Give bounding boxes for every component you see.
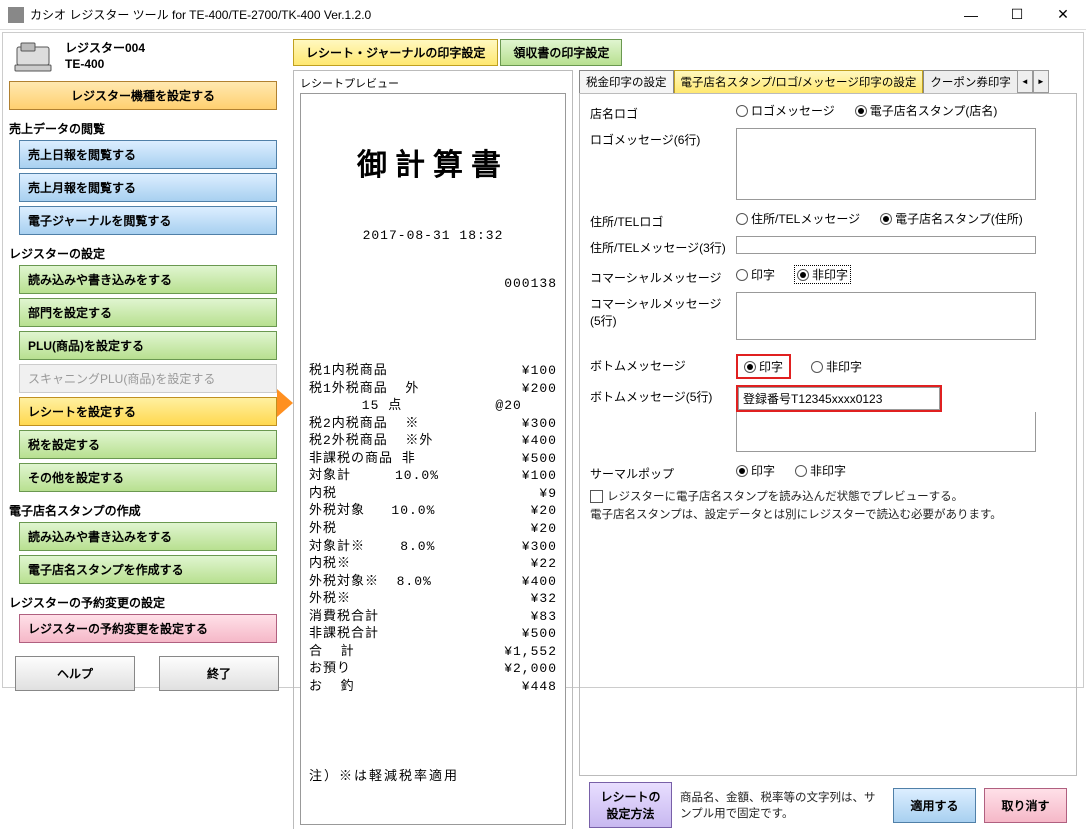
- radio-logo-message[interactable]: ロゴメッセージ: [736, 102, 835, 119]
- settings-other-button[interactable]: その他を設定する: [19, 463, 277, 492]
- label-bottom-msg-lines: ボトムメッセージ(5行): [590, 385, 730, 405]
- receipt-line: お預り¥2,000: [309, 660, 557, 678]
- receipt-datetime: 2017-08-31 18:32: [309, 227, 557, 245]
- view-ejournal-button[interactable]: 電子ジャーナルを閲覧する: [19, 206, 277, 235]
- view-daily-button[interactable]: 売上日報を閲覧する: [19, 140, 277, 169]
- subtab-stamp-logo-msg[interactable]: 電子店名スタンプ/ロゴ/メッセージ印字の設定: [674, 70, 924, 93]
- stamp-rw-button[interactable]: 読み込みや書き込みをする: [19, 522, 277, 551]
- tab-receipt-journal[interactable]: レシート・ジャーナルの印字設定: [293, 39, 498, 66]
- exit-button[interactable]: 終了: [159, 656, 279, 691]
- receipt-preview-pane: レシートプレビュー 御計算書 2017-08-31 18:32 000138 税…: [293, 70, 573, 829]
- label-addr-logo: 住所/TELロゴ: [590, 210, 730, 230]
- label-logo-message: ロゴメッセージ(6行): [590, 128, 730, 148]
- titlebar: カシオ レジスター ツール for TE-400/TE-2700/TK-400 …: [0, 0, 1086, 30]
- receipt-line: 税2内税商品 ※¥300: [309, 415, 557, 433]
- receipt-line: 対象計※ 8.0%¥300: [309, 538, 557, 556]
- footer-note: 商品名、金額、税率等の文字列は、サンプル用で固定です。: [680, 789, 877, 821]
- minimize-button[interactable]: ―: [948, 0, 994, 30]
- radio-thermal-print[interactable]: 印字: [736, 462, 775, 479]
- subtab-scroll-left[interactable]: ◄: [1017, 70, 1033, 93]
- settings-plu-button[interactable]: PLU(商品)を設定する: [19, 331, 277, 360]
- label-commercial-msg: コマーシャルメッセージ(5行): [590, 292, 730, 329]
- window-title: カシオ レジスター ツール for TE-400/TE-2700/TK-400 …: [30, 6, 948, 23]
- maximize-button[interactable]: ☐: [994, 0, 1040, 30]
- label-thermal: サーマルポップ: [590, 462, 730, 482]
- subtab-scroll-right[interactable]: ►: [1033, 70, 1049, 93]
- section-stamp-label: 電子店名スタンプの作成: [9, 502, 287, 519]
- receipt-line: 税2外税商品 ※外¥400: [309, 432, 557, 450]
- input-addr-message[interactable]: [736, 236, 1036, 254]
- register-model: TE-400: [65, 57, 145, 73]
- apply-button[interactable]: 適用する: [893, 788, 976, 823]
- app-icon: [8, 7, 24, 23]
- receipt-number: 000138: [504, 275, 557, 293]
- input-bottom-message-rest[interactable]: [736, 412, 1036, 452]
- stamp-create-button[interactable]: 電子店名スタンプを作成する: [19, 555, 277, 584]
- sidebar: レジスター004 TE-400 レジスター機種を設定する 売上データの閲覧 売上…: [9, 39, 287, 652]
- settings-scanplu-button: スキャニングPLU(商品)を設定する: [19, 364, 277, 393]
- label-addr-message: 住所/TELメッセージ(3行): [590, 236, 730, 256]
- receipt-line: 対象計 10.0%¥100: [309, 467, 557, 485]
- receipt-line: 内税※¥22: [309, 555, 557, 573]
- receipt-howto-button[interactable]: レシートの設定方法: [589, 782, 672, 828]
- input-bottom-message[interactable]: 登録番号T12345xxxx0123: [738, 387, 940, 410]
- content-area: レシート・ジャーナルの印字設定 領収書の印字設定 レシートプレビュー 御計算書 …: [293, 39, 1077, 652]
- label-bottom-msg: ボトムメッセージ: [590, 354, 730, 374]
- arrow-indicator-icon: [277, 389, 293, 417]
- input-commercial-message[interactable]: [736, 292, 1036, 340]
- checkbox-preview-with-stamp[interactable]: [590, 490, 603, 503]
- receipt-line: 非課税合計¥500: [309, 625, 557, 643]
- radio-thermal-noprint[interactable]: 非印字: [795, 462, 846, 479]
- view-monthly-button[interactable]: 売上月報を閲覧する: [19, 173, 277, 202]
- label-commercial: コマーシャルメッセージ: [590, 266, 730, 286]
- radio-bottom-noprint[interactable]: 非印字: [811, 358, 862, 375]
- receipt-line: 非課税の商品 非¥500: [309, 450, 557, 468]
- preview-label: レシートプレビュー: [300, 75, 566, 91]
- radio-stamp-addr[interactable]: 電子店名スタンプ(住所): [880, 210, 1023, 227]
- section-reserve-label: レジスターの予約変更の設定: [9, 594, 287, 611]
- help-button[interactable]: ヘルプ: [15, 656, 135, 691]
- receipt-line: 内税¥9: [309, 485, 557, 503]
- receipt-line: 外税¥20: [309, 520, 557, 538]
- tab-ryoshu[interactable]: 領収書の印字設定: [500, 39, 622, 66]
- label-shop-logo: 店名ロゴ: [590, 102, 730, 122]
- receipt-preview: 御計算書 2017-08-31 18:32 000138 税1内税商品¥100税…: [300, 93, 566, 825]
- register-name: レジスター004: [65, 41, 145, 57]
- section-sales-label: 売上データの閲覧: [9, 120, 287, 137]
- label-preview-check: レジスターに電子店名スタンプを読み込んだ状態でプレビューする。: [607, 488, 963, 504]
- section-settings-label: レジスターの設定: [9, 245, 287, 262]
- settings-rw-button[interactable]: 読み込みや書き込みをする: [19, 265, 277, 294]
- radio-commercial-print[interactable]: 印字: [736, 266, 775, 283]
- settings-body: 店名ロゴ ロゴメッセージ 電子店名スタンプ(店名) ロゴメッセージ(6行) 住所…: [579, 93, 1077, 776]
- set-register-model-button[interactable]: レジスター機種を設定する: [9, 81, 277, 110]
- receipt-line: 合 計¥1,552: [309, 643, 557, 661]
- receipt-line: 税1内税商品¥100: [309, 362, 557, 380]
- radio-addr-message[interactable]: 住所/TELメッセージ: [736, 210, 860, 227]
- settings-dept-button[interactable]: 部門を設定する: [19, 298, 277, 327]
- receipt-line: 外税対象 10.0%¥20: [309, 502, 557, 520]
- reserve-set-button[interactable]: レジスターの予約変更を設定する: [19, 614, 277, 643]
- label-preview-note: 電子店名スタンプは、設定データとは別にレジスターで読込む必要があります。: [590, 506, 1066, 522]
- radio-commercial-noprint[interactable]: 非印字: [795, 266, 850, 283]
- cancel-button[interactable]: 取り消す: [984, 788, 1067, 823]
- receipt-line: お 釣¥448: [309, 678, 557, 696]
- receipt-line: 税1外税商品 外¥200: [309, 380, 557, 398]
- receipt-line: 外税※¥32: [309, 590, 557, 608]
- subtab-tax[interactable]: 税金印字の設定: [579, 70, 674, 93]
- receipt-line: 15 点@20: [309, 397, 557, 415]
- close-button[interactable]: ✕: [1040, 0, 1086, 30]
- settings-tax-button[interactable]: 税を設定する: [19, 430, 277, 459]
- receipt-note: 注）※は軽減税率適用: [309, 765, 557, 784]
- receipt-header: 御計算書: [309, 140, 557, 185]
- receipt-line: 消費税合計¥83: [309, 608, 557, 626]
- radio-stamp-shopname[interactable]: 電子店名スタンプ(店名): [855, 102, 998, 119]
- settings-receipt-button[interactable]: レシートを設定する: [19, 397, 277, 426]
- subtab-coupon[interactable]: クーポン券印字: [923, 70, 1017, 93]
- input-logo-message[interactable]: [736, 128, 1036, 200]
- receipt-line: 外税対象※ 8.0%¥400: [309, 573, 557, 591]
- radio-bottom-print[interactable]: 印字: [744, 358, 783, 375]
- register-icon: [9, 39, 57, 75]
